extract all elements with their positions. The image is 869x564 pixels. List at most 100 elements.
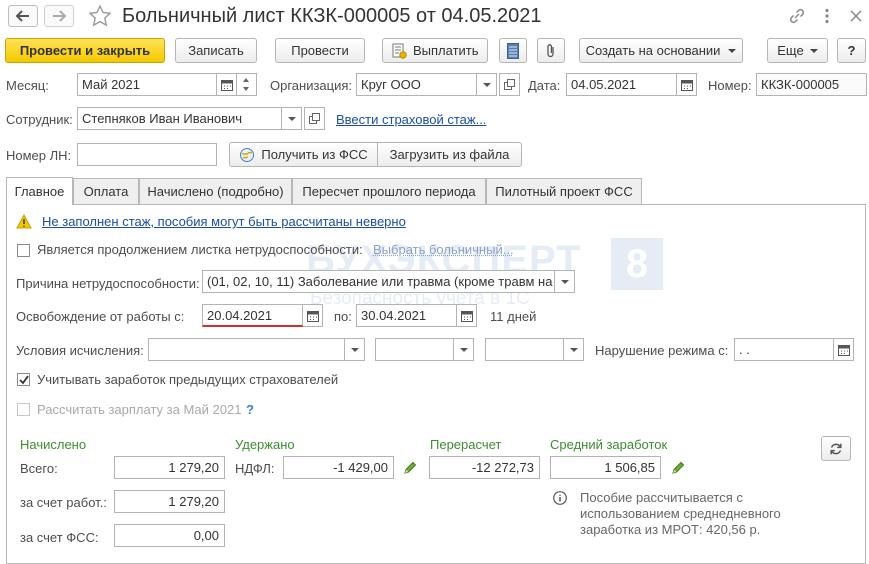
date-label: Дата: (528, 78, 561, 93)
reason-field[interactable]: (01, 02, 10, 11) Заболевание или травма … (202, 270, 555, 293)
date-field[interactable]: 04.05.2021 (566, 73, 677, 96)
paperclip-icon (547, 43, 554, 57)
save-button[interactable]: Записать (175, 38, 257, 63)
open-external-icon (309, 113, 320, 124)
avg-earnings-field[interactable]: 1 506,85 (550, 456, 661, 479)
edit-avg-earnings-pencil-icon[interactable] (671, 461, 685, 475)
close-icon[interactable] (848, 8, 864, 24)
calendar-icon (837, 344, 850, 356)
choose-sick-leave-link[interactable]: Выбрать больничный... (373, 242, 514, 257)
continuation-label: Является продолжением листка нетрудоспос… (37, 242, 363, 257)
calc-salary-help-icon[interactable]: ? (246, 402, 254, 418)
create-based-on-label: Создать на основании (585, 43, 721, 58)
employer-part-field[interactable]: 1 279,20 (114, 490, 225, 513)
tab-main[interactable]: Главное (6, 177, 73, 205)
prev-insurers-label: Учитывать заработок предыдущих страховат… (37, 372, 339, 387)
release-to-field[interactable]: 30.04.2021 (356, 304, 457, 327)
conditions-field-3[interactable] (485, 338, 564, 361)
employee-field[interactable]: Степняков Иван Иванович (77, 107, 282, 130)
organization-label: Организация: (270, 78, 353, 93)
organization-open-button[interactable] (499, 73, 520, 96)
fss-part-field[interactable]: 0,00 (114, 524, 225, 547)
prev-insurers-checkbox[interactable] (17, 373, 30, 386)
post-and-close-button[interactable]: Провести и закрыть (5, 38, 165, 63)
total-value-field[interactable]: 1 279,20 (114, 456, 225, 479)
fss-globe-icon (240, 147, 255, 162)
report-button[interactable] (499, 38, 527, 63)
month-label: Месяц: (6, 78, 49, 93)
employee-dropdown[interactable] (282, 107, 302, 130)
post-button[interactable]: Провести (275, 38, 365, 63)
refresh-icon (830, 443, 842, 454)
more-vertical-icon[interactable] (818, 7, 836, 25)
arrow-right-icon (53, 10, 66, 22)
number-field[interactable]: ККЗК-000005 (756, 73, 867, 96)
month-field[interactable]: Май 2021 (77, 73, 217, 96)
back-button[interactable] (8, 5, 38, 27)
tab-fss-pilot[interactable]: Пилотный проект ФСС (486, 178, 642, 204)
ln-number-field[interactable] (77, 143, 217, 166)
insurance-experience-link[interactable]: Ввести страховой стаж... (336, 112, 486, 127)
month-calendar-button[interactable] (217, 73, 237, 96)
reason-dropdown[interactable] (555, 270, 575, 293)
more-button-label: Еще (777, 43, 804, 58)
favorite-star-icon[interactable] (88, 4, 112, 28)
tab-prior-period-recalc[interactable]: Пересчет прошлого периода (292, 178, 486, 204)
forward-button[interactable] (44, 5, 74, 27)
recalc-title: Перерасчет (430, 437, 502, 452)
watermark-badge: 8 (611, 238, 663, 290)
release-to-label: по: (334, 309, 352, 324)
employee-open-button[interactable] (304, 107, 325, 130)
refresh-button[interactable] (821, 436, 851, 461)
help-button[interactable]: ? (837, 38, 866, 63)
more-button[interactable]: Еще (767, 38, 828, 63)
release-from-field[interactable]: 20.04.2021 (202, 304, 303, 327)
calc-salary-checkbox[interactable] (17, 403, 30, 416)
organization-dropdown[interactable] (477, 73, 497, 96)
window-title: Больничный лист ККЗК-000005 от 04.05.202… (122, 5, 542, 27)
violation-date-field[interactable]: . . (734, 338, 834, 361)
attach-button[interactable] (537, 38, 565, 63)
create-based-on-button[interactable]: Создать на основании (579, 38, 743, 63)
get-from-fss-button[interactable]: Получить из ФСС (229, 142, 378, 167)
link-icon[interactable] (788, 7, 806, 25)
tab-accrued-details[interactable]: Начислено (подробно) (139, 178, 292, 204)
number-label: Номер: (708, 78, 752, 93)
pay-document-icon (392, 43, 407, 59)
conditions-field-2[interactable] (375, 338, 454, 361)
checkmark-icon (19, 375, 29, 385)
warning-icon (16, 214, 32, 229)
pay-button[interactable]: Выплатить (382, 38, 488, 63)
days-count: 11 дней (490, 309, 537, 324)
conditions-dropdown-1[interactable] (345, 338, 365, 361)
conditions-field-1[interactable] (148, 338, 345, 361)
organization-field[interactable]: Круг ООО (356, 73, 477, 96)
tab-payment[interactable]: Оплата (73, 178, 139, 204)
calc-salary-label: Рассчитать зарплату за Май 2021 (37, 402, 242, 417)
violation-calendar-button[interactable] (834, 338, 854, 361)
continuation-checkbox[interactable] (17, 244, 30, 257)
accrued-title: Начислено (20, 437, 87, 452)
release-from-calendar-button[interactable] (303, 304, 323, 327)
withheld-title: Удержано (235, 437, 295, 452)
info-text-line-1: Пособие рассчитывается с (580, 490, 743, 505)
ndfl-label: НДФЛ: (235, 461, 275, 476)
conditions-dropdown-3[interactable] (564, 338, 584, 361)
month-stepper[interactable] (237, 73, 257, 96)
reason-label: Причина нетрудоспособности: (16, 276, 200, 291)
chevron-down-icon (728, 48, 737, 53)
load-from-file-button[interactable]: Загрузить из файла (377, 142, 522, 167)
stepper-down-icon (243, 87, 249, 91)
edit-ndfl-pencil-icon[interactable] (403, 461, 417, 475)
info-icon (553, 491, 567, 505)
release-to-calendar-button[interactable] (457, 304, 477, 327)
ndfl-field[interactable]: -1 429,00 (283, 456, 394, 479)
release-from-label: Освобождение от работы с: (16, 309, 185, 324)
conditions-dropdown-2[interactable] (454, 338, 474, 361)
recalc-field[interactable]: -12 272,73 (429, 456, 540, 479)
warning-link[interactable]: Не заполнен стаж, пособия могут быть рас… (42, 214, 406, 229)
fss-part-label: за счет ФСС: (20, 530, 99, 545)
avg-earnings-title: Средний заработок (550, 437, 668, 452)
ln-number-label: Номер ЛН: (6, 148, 72, 163)
date-calendar-button[interactable] (677, 73, 697, 96)
